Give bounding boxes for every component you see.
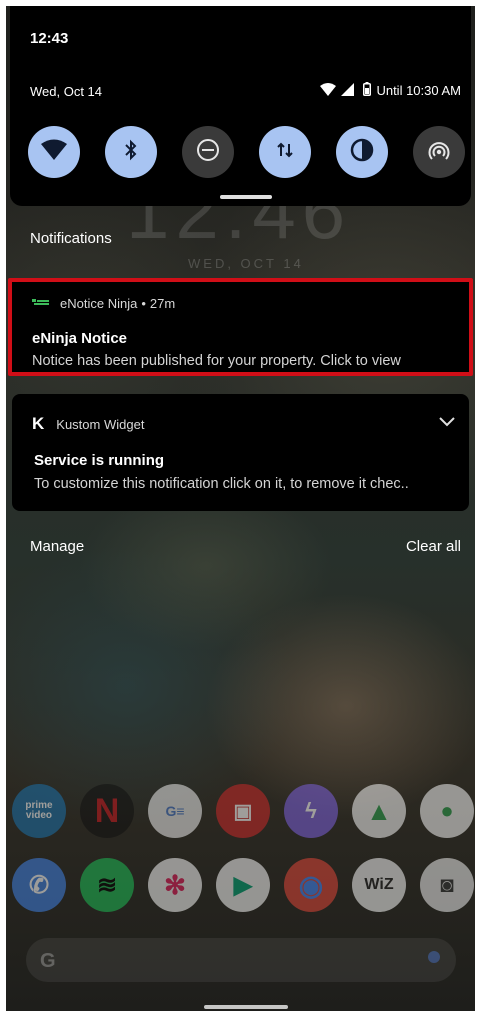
slack-app-icon: ✻ xyxy=(148,858,202,912)
notification-title: Service is running xyxy=(34,452,165,469)
expand-chevron-icon[interactable] xyxy=(439,414,455,432)
enotice-ninja-app-icon xyxy=(32,296,50,311)
quick-settings-date[interactable]: Wed, Oct 14 xyxy=(30,84,102,99)
kustom-widget-notification[interactable]: K Kustom Widget Service is running To cu… xyxy=(12,394,469,511)
notification-separator: • xyxy=(141,296,146,311)
quick-settings-drag-handle[interactable] xyxy=(220,195,272,199)
camera-app-icon: ◙ xyxy=(420,858,474,912)
notifications-header: Notifications xyxy=(30,230,112,247)
enotice-ninja-notification[interactable]: eNotice Ninja • 27m eNinja Notice Notice… xyxy=(8,278,473,376)
wallpaper-date: WED, OCT 14 xyxy=(188,256,304,271)
google-maps-app-icon: ● xyxy=(420,784,474,838)
phone-app-icon: ✆ xyxy=(12,858,66,912)
play-store-app-icon: ▶ xyxy=(216,858,270,912)
google-icon: G xyxy=(40,950,56,972)
prime-video-app-icon: prime video xyxy=(12,784,66,838)
status-icons: Until 10:30 AM xyxy=(320,82,461,99)
netflix-app-icon: N xyxy=(80,784,134,838)
google-news-app-icon: G≡ xyxy=(148,784,202,838)
mobile-data-tile[interactable] xyxy=(259,126,311,178)
notification-app-name: eNotice Ninja xyxy=(60,296,138,311)
dark-theme-tile[interactable] xyxy=(336,126,388,178)
kustom-app-icon: K xyxy=(32,414,45,433)
dark-theme-icon xyxy=(350,138,374,167)
wifi-icon xyxy=(41,139,67,166)
home-gesture-bar[interactable] xyxy=(204,1005,288,1009)
notification-time: 27m xyxy=(149,296,176,311)
mobile-data-icon xyxy=(275,140,295,165)
app-row-2: ✆ ≋ ✻ ▶ ◉ WiZ ◙ xyxy=(6,858,475,920)
app-row-1: prime video N G≡ ▣ ϟ ▲ ● xyxy=(6,784,475,846)
status-time: 12:43 xyxy=(30,30,69,47)
messenger-app-icon: ϟ xyxy=(284,784,338,838)
chrome-app-icon: ◉ xyxy=(284,858,338,912)
battery-text: Until 10:30 AM xyxy=(376,83,461,98)
notification-text: Notice has been published for your prope… xyxy=(32,353,401,369)
google-drive-app-icon: ▲ xyxy=(352,784,406,838)
notification-header: K Kustom Widget xyxy=(32,414,144,434)
assistant-icon xyxy=(428,951,440,963)
wifi-signal-icon xyxy=(320,82,337,99)
quick-settings-panel: 12:43 Wed, Oct 14 Until 10:30 AM xyxy=(10,6,471,206)
hotspot-tile[interactable] xyxy=(413,126,465,178)
wiz-app-icon: WiZ xyxy=(352,858,406,912)
notification-text: To customize this notification click on … xyxy=(34,476,409,492)
notification-app-name: Kustom Widget xyxy=(56,416,145,432)
cell-signal-icon xyxy=(341,82,355,99)
do-not-disturb-icon xyxy=(196,138,220,167)
do-not-disturb-tile[interactable] xyxy=(182,126,234,178)
clear-all-button[interactable]: Clear all xyxy=(406,538,461,555)
hotspot-icon xyxy=(427,139,451,166)
battery-icon xyxy=(363,82,372,99)
search-bar xyxy=(26,938,456,982)
notification-title: eNinja Notice xyxy=(32,330,128,347)
bluetooth-tile[interactable] xyxy=(105,126,157,178)
phone-screen: 12:46 WED, OCT 14 prime video N G≡ ▣ ϟ ▲ … xyxy=(6,6,475,1011)
wifi-tile[interactable] xyxy=(28,126,80,178)
tv-app-icon: ▣ xyxy=(216,784,270,838)
bluetooth-icon xyxy=(123,139,139,166)
notification-header: eNotice Ninja • 27m xyxy=(32,296,175,311)
manage-button[interactable]: Manage xyxy=(30,538,84,555)
spotify-app-icon: ≋ xyxy=(80,858,134,912)
